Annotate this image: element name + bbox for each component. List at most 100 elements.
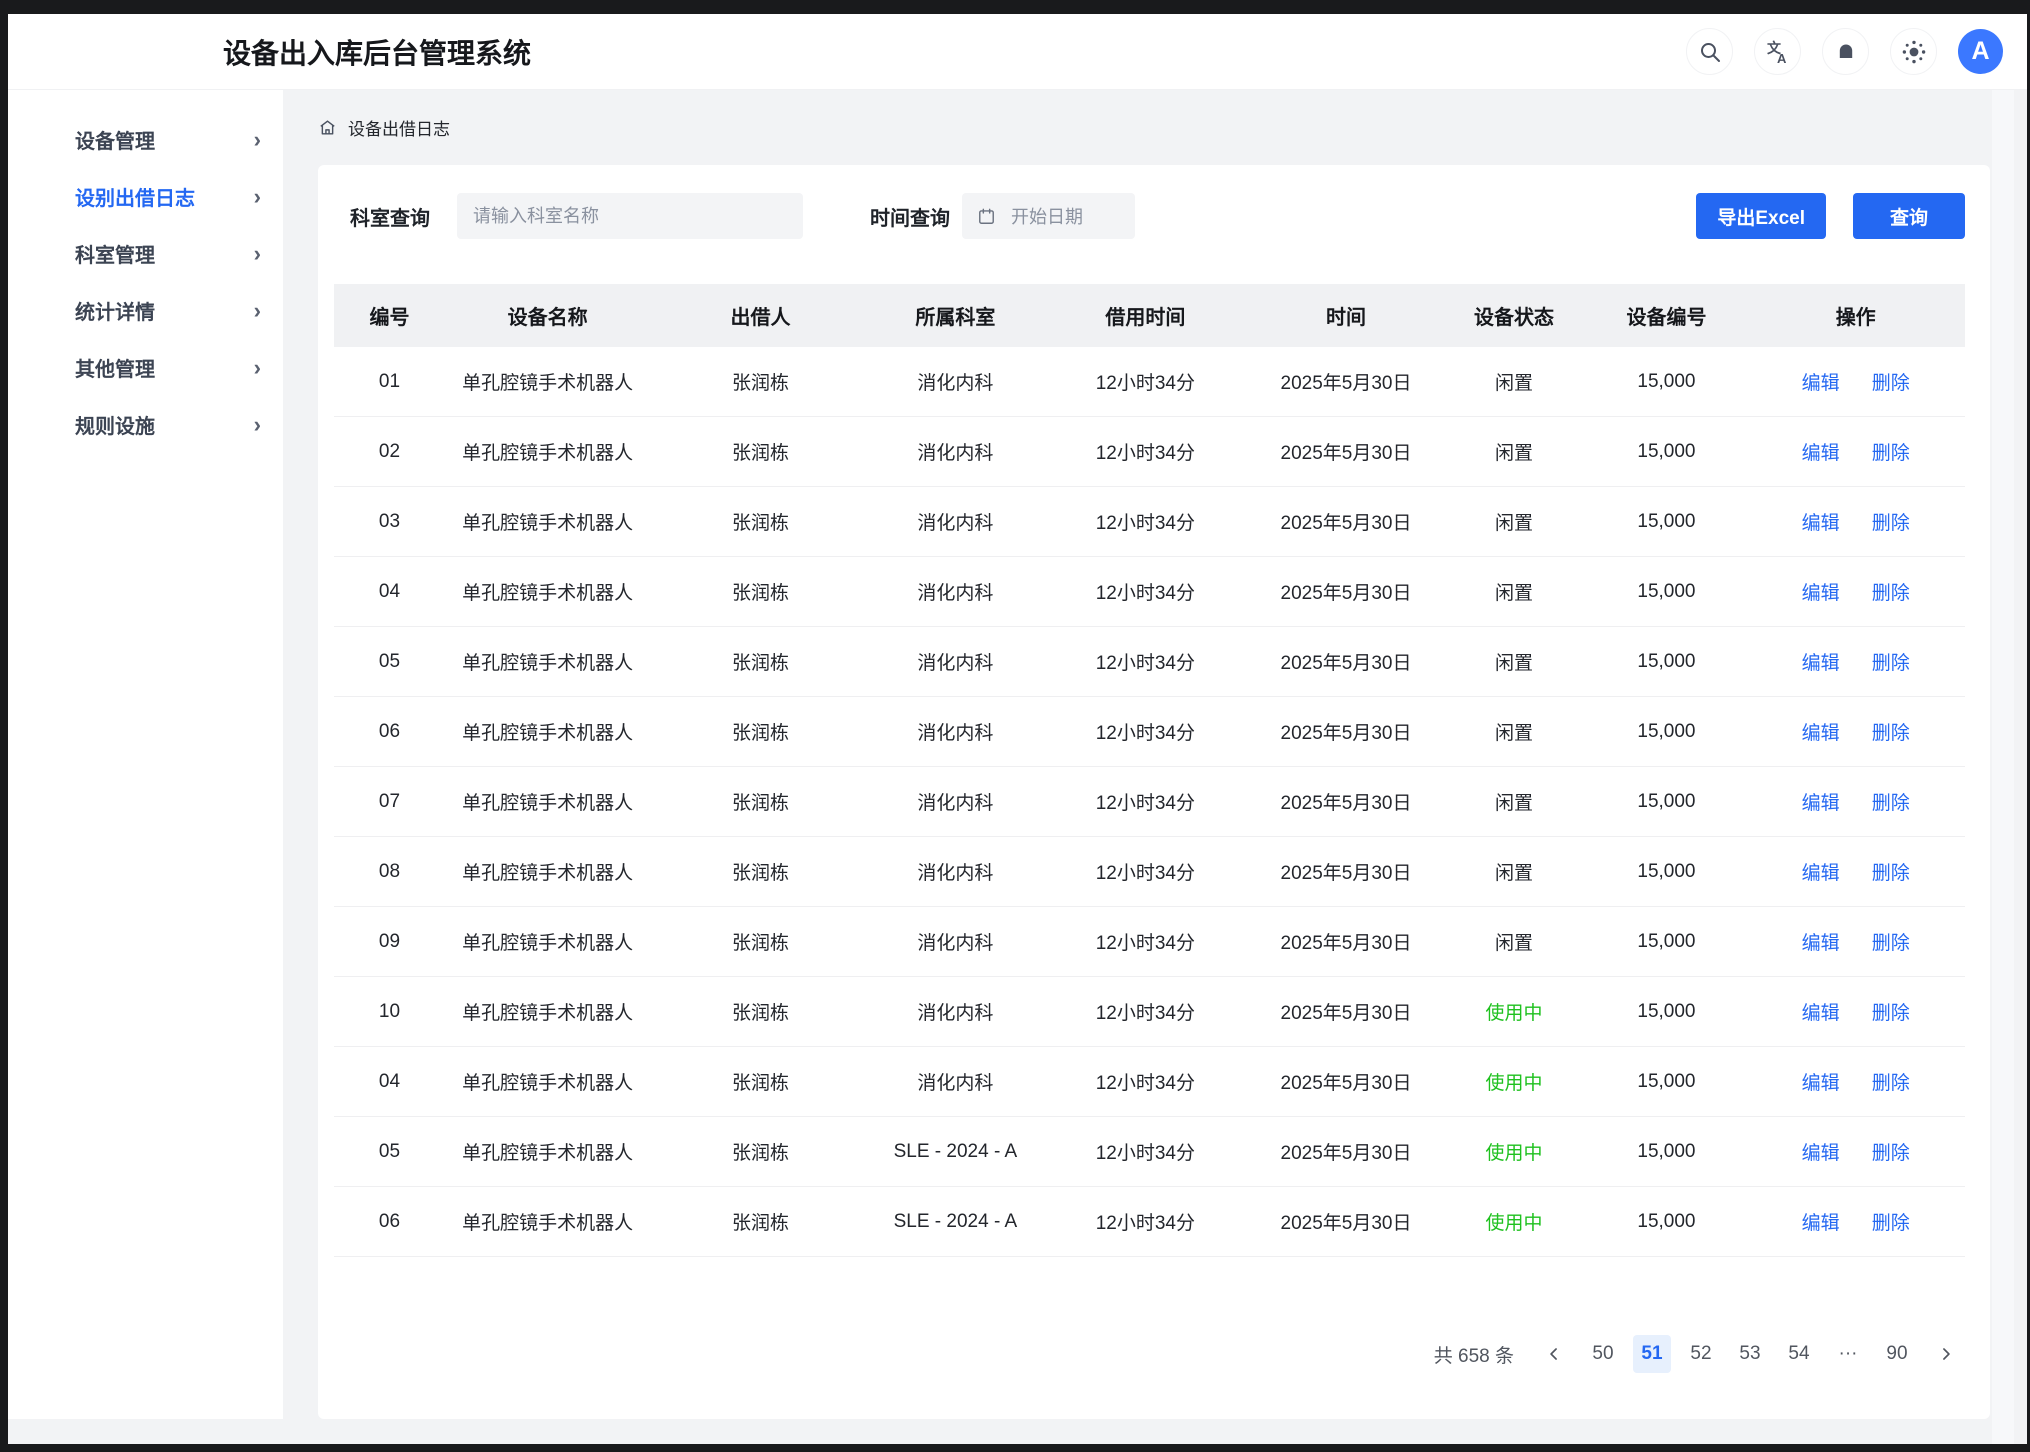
delete-link[interactable]: 删除: [1872, 793, 1910, 814]
device-name-cell: 单孔腔镜手术机器人: [445, 557, 651, 627]
delete-link[interactable]: 删除: [1872, 723, 1910, 744]
edit-link[interactable]: 编辑: [1802, 793, 1840, 814]
delete-link[interactable]: 删除: [1872, 373, 1910, 394]
page-button-90[interactable]: 90: [1878, 1335, 1916, 1373]
sidebar-item-5[interactable]: 规则设施›: [8, 396, 283, 453]
borrow-duration-cell: 12小时34分: [1040, 1187, 1250, 1257]
home-icon[interactable]: [318, 118, 337, 137]
sidebar-item-1[interactable]: 设别出借日志›: [8, 168, 283, 225]
next-page-icon[interactable]: [1927, 1335, 1965, 1373]
row-id: 05: [334, 627, 445, 697]
scrollbar-track[interactable]: [1992, 90, 2014, 1444]
page-button-50[interactable]: 50: [1584, 1335, 1622, 1373]
page-ellipsis[interactable]: ···: [1829, 1335, 1867, 1373]
date-cell: 2025年5月30日: [1251, 697, 1442, 767]
department-cell: SLE - 2024 - A: [871, 1187, 1041, 1257]
department-cell: 消化内科: [871, 767, 1041, 837]
sidebar-item-3[interactable]: 统计详情 ›: [8, 282, 283, 339]
delete-link[interactable]: 删除: [1872, 1073, 1910, 1094]
row-actions: 编辑 删除: [1746, 1187, 1965, 1257]
column-header: 设备名称: [445, 284, 651, 347]
row-actions: 编辑 删除: [1746, 347, 1965, 417]
delete-link[interactable]: 删除: [1872, 933, 1910, 954]
row-id: 01: [334, 347, 445, 417]
delete-link[interactable]: 删除: [1872, 513, 1910, 534]
status-badge: 闲置: [1441, 417, 1586, 487]
export-excel-button[interactable]: 导出Excel: [1696, 193, 1826, 239]
delete-link[interactable]: 删除: [1872, 1143, 1910, 1164]
page-button-52[interactable]: 52: [1682, 1335, 1720, 1373]
filter-bar: 科室查询 时间查询 开始日期 导出Excel: [334, 193, 1965, 239]
device-code-cell: 15,000: [1587, 627, 1747, 697]
status-badge: 使用中: [1441, 1187, 1586, 1257]
edit-link[interactable]: 编辑: [1802, 513, 1840, 534]
row-id: 07: [334, 767, 445, 837]
table-row: 05单孔腔镜手术机器人张润栋消化内科12小时34分2025年5月30日闲置15,…: [334, 627, 1965, 697]
device-name-cell: 单孔腔镜手术机器人: [445, 417, 651, 487]
device-code-cell: 15,000: [1587, 767, 1747, 837]
delete-link[interactable]: 删除: [1872, 1003, 1910, 1024]
search-icon[interactable]: [1686, 28, 1733, 75]
edit-link[interactable]: 编辑: [1802, 863, 1840, 884]
chevron-right-icon: ›: [254, 414, 261, 436]
borrow-duration-cell: 12小时34分: [1040, 1047, 1250, 1117]
chevron-right-icon: ›: [254, 300, 261, 322]
borrow-duration-cell: 12小时34分: [1040, 557, 1250, 627]
start-date-picker[interactable]: 开始日期: [962, 193, 1135, 239]
main-content: 设备出借日志 科室查询 时间查询: [283, 90, 2027, 1444]
edit-link[interactable]: 编辑: [1802, 933, 1840, 954]
sidebar-item-0[interactable]: 设备管理›: [8, 111, 283, 168]
dept-search-input[interactable]: [457, 193, 803, 239]
table-row: 01单孔腔镜手术机器人张润栋消化内科12小时34分2025年5月30日闲置15,…: [334, 347, 1965, 417]
device-name-cell: 单孔腔镜手术机器人: [445, 767, 651, 837]
lender-cell: 张润栋: [650, 627, 870, 697]
lender-cell: 张润栋: [650, 1117, 870, 1187]
top-header: 设备出入库后台管理系统 文 A: [8, 14, 2027, 90]
edit-link[interactable]: 编辑: [1802, 723, 1840, 744]
device-name-cell: 单孔腔镜手术机器人: [445, 837, 651, 907]
delete-link[interactable]: 删除: [1872, 653, 1910, 674]
page-button-51[interactable]: 51: [1633, 1335, 1671, 1373]
device-name-cell: 单孔腔镜手术机器人: [445, 487, 651, 557]
delete-link[interactable]: 删除: [1872, 443, 1910, 464]
translate-icon[interactable]: 文 A: [1754, 28, 1801, 75]
brightness-icon[interactable]: [1890, 28, 1937, 75]
delete-link[interactable]: 删除: [1872, 1213, 1910, 1234]
edit-link[interactable]: 编辑: [1802, 1143, 1840, 1164]
lender-cell: 张润栋: [650, 1047, 870, 1117]
page-button-53[interactable]: 53: [1731, 1335, 1769, 1373]
status-badge: 闲置: [1441, 557, 1586, 627]
notification-icon[interactable]: [1822, 28, 1869, 75]
sidebar-item-2[interactable]: 科室管理›: [8, 225, 283, 282]
page-button-54[interactable]: 54: [1780, 1335, 1818, 1373]
lender-cell: 张润栋: [650, 347, 870, 417]
row-id: 09: [334, 907, 445, 977]
edit-link[interactable]: 编辑: [1802, 1073, 1840, 1094]
delete-link[interactable]: 删除: [1872, 863, 1910, 884]
prev-page-icon[interactable]: [1535, 1335, 1573, 1373]
edit-link[interactable]: 编辑: [1802, 653, 1840, 674]
edit-link[interactable]: 编辑: [1802, 1003, 1840, 1024]
date-cell: 2025年5月30日: [1251, 907, 1442, 977]
device-name-cell: 单孔腔镜手术机器人: [445, 977, 651, 1047]
borrow-duration-cell: 12小时34分: [1040, 487, 1250, 557]
delete-link[interactable]: 删除: [1872, 583, 1910, 604]
query-button[interactable]: 查询: [1853, 193, 1965, 239]
edit-link[interactable]: 编辑: [1802, 1213, 1840, 1234]
table-row: 07单孔腔镜手术机器人张润栋消化内科12小时34分2025年5月30日闲置15,…: [334, 767, 1965, 837]
calendar-icon: [977, 207, 996, 226]
sidebar-item-4[interactable]: 其他管理›: [8, 339, 283, 396]
sidebar-item-label: 设备管理: [75, 125, 155, 154]
start-date-placeholder: 开始日期: [1011, 203, 1083, 229]
sidebar-item-label: 统计详情: [75, 296, 155, 325]
status-badge: 闲置: [1441, 347, 1586, 417]
row-actions: 编辑 删除: [1746, 1047, 1965, 1117]
sidebar-item-label: 设别出借日志: [75, 182, 195, 211]
edit-link[interactable]: 编辑: [1802, 373, 1840, 394]
device-code-cell: 15,000: [1587, 1187, 1747, 1257]
avatar[interactable]: A: [1958, 29, 2003, 74]
column-header: 操作: [1746, 284, 1965, 347]
edit-link[interactable]: 编辑: [1802, 443, 1840, 464]
edit-link[interactable]: 编辑: [1802, 583, 1840, 604]
department-cell: 消化内科: [871, 417, 1041, 487]
